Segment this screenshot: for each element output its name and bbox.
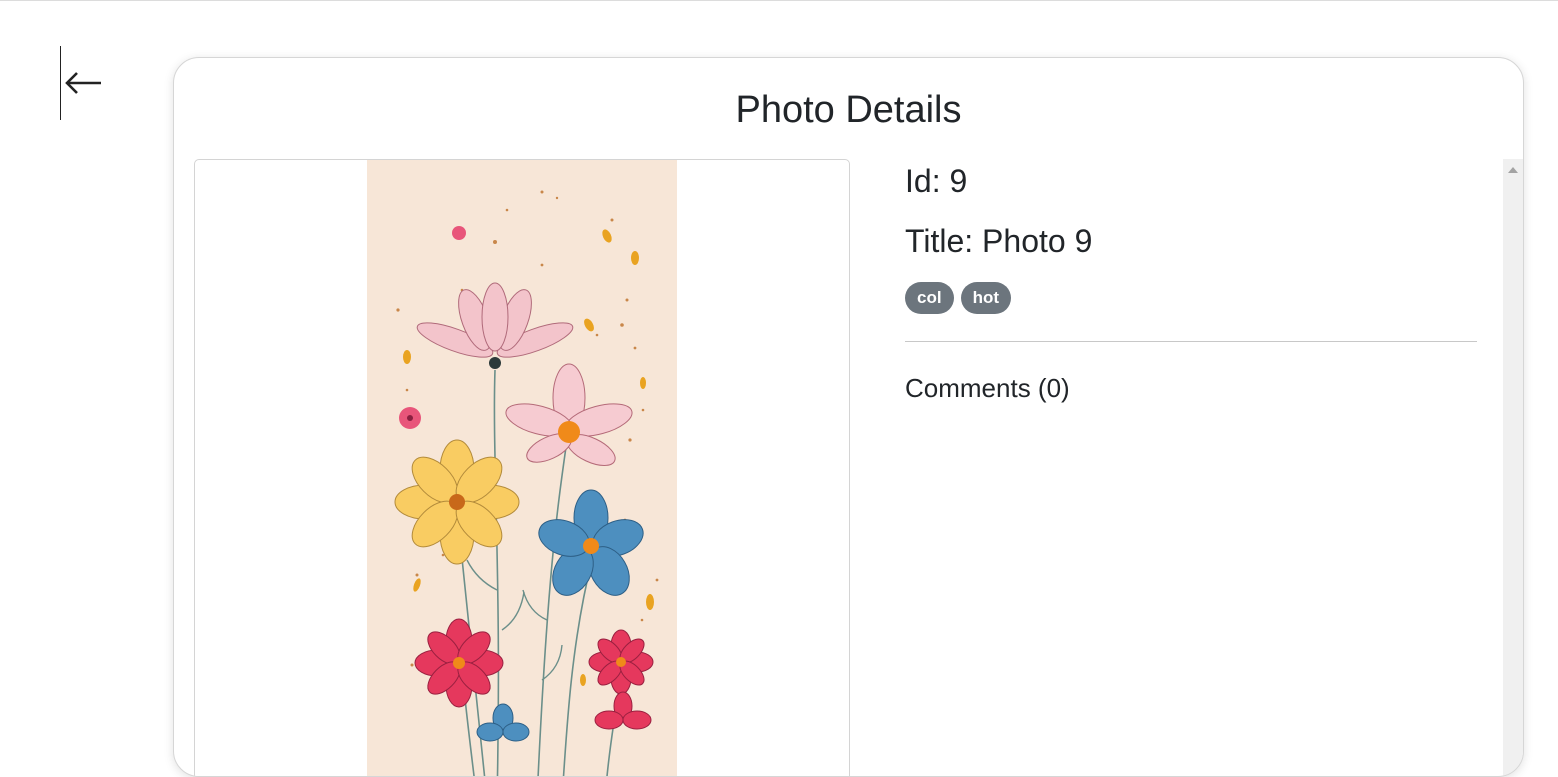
photo-details-card: Photo Details Id: 9 Title: Photo 9 col h… (173, 57, 1524, 777)
photo-image (367, 160, 677, 776)
photo-title: Title: Photo 9 (905, 223, 1093, 259)
tag-list: col hot (905, 282, 1011, 314)
comments-heading: Comments (0) (905, 373, 1070, 403)
divider (905, 341, 1477, 342)
page-title: Photo Details (735, 89, 962, 131)
photo-frame (194, 159, 850, 776)
scrollbar[interactable] (1503, 159, 1523, 776)
tag-badge[interactable]: col (905, 282, 954, 314)
back-button[interactable] (60, 46, 106, 120)
photo-id: Id: 9 (905, 163, 968, 199)
tag-badge[interactable]: hot (960, 282, 1011, 314)
top-border (0, 0, 1558, 1)
arrow-left-icon (65, 72, 101, 94)
scroll-up-icon[interactable] (1508, 167, 1518, 173)
